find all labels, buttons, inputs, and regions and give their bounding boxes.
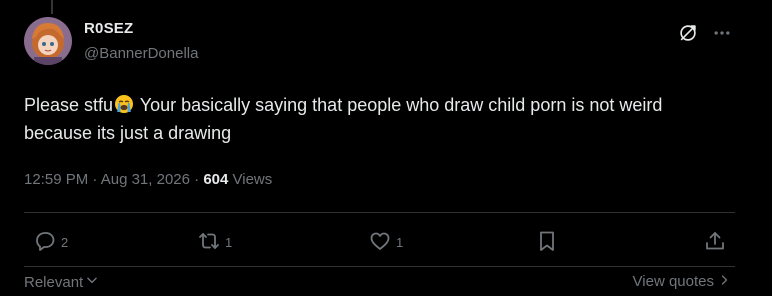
sort-label: Relevant: [24, 273, 84, 291]
bookmark-icon: [535, 229, 559, 256]
chevron-right-icon: [718, 273, 730, 290]
like-button[interactable]: 1: [368, 229, 403, 255]
retweet-icon: [197, 229, 221, 256]
retweet-button[interactable]: 1: [197, 229, 232, 255]
retweet-count: 1: [225, 234, 233, 250]
sort-dropdown[interactable]: Relevant: [24, 273, 99, 291]
bookmark-button[interactable]: [535, 229, 559, 255]
tweet-date[interactable]: Aug 31, 2026: [101, 171, 190, 188]
tweet-text: Please stfu Your basically saying that p…: [24, 91, 724, 147]
tweet-meta: 12:59 PM · Aug 31, 2026 · 604 Views: [24, 171, 272, 188]
views-label: Views: [228, 171, 273, 188]
more-icon[interactable]: [709, 20, 735, 46]
views-count: 604: [203, 171, 229, 188]
view-quotes-link[interactable]: View quotes: [633, 273, 730, 290]
share-icon: [703, 229, 727, 256]
grok-icon[interactable]: [675, 20, 701, 46]
thread-connector-line: [51, 0, 53, 14]
loudly-crying-face-icon: [114, 94, 134, 114]
like-count: 1: [396, 234, 404, 250]
reply-icon: [33, 229, 57, 256]
meta-separator: ·: [92, 171, 98, 188]
tweet-time[interactable]: 12:59 PM: [24, 171, 88, 188]
tweet-text-start: Please stfu: [24, 95, 114, 115]
meta-separator: ·: [194, 171, 200, 188]
chevron-down-icon: [85, 273, 99, 291]
reply-button[interactable]: 2: [33, 229, 68, 255]
divider-bottom: [24, 266, 735, 267]
avatar[interactable]: [24, 17, 72, 65]
share-button[interactable]: [703, 229, 727, 255]
like-icon: [368, 229, 392, 256]
author-handle[interactable]: @BannerDonella: [84, 45, 198, 62]
reply-count: 2: [61, 234, 69, 250]
author-name[interactable]: R0SEZ: [84, 20, 133, 37]
view-quotes-label: View quotes: [632, 273, 714, 290]
divider-top: [24, 212, 735, 213]
